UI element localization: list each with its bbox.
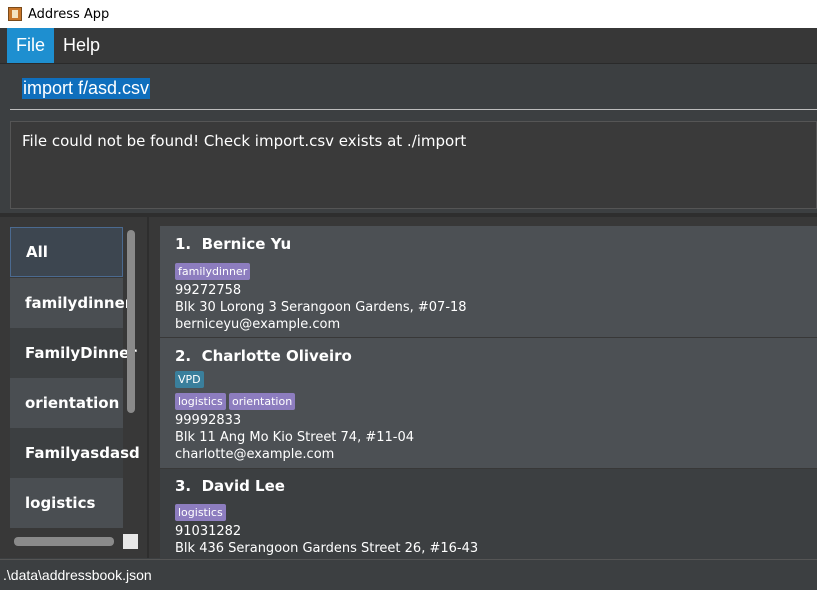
tag-badge: orientation <box>229 393 296 410</box>
person-address: Blk 30 Lorong 3 Serangoon Gardens, #07-1… <box>175 300 467 315</box>
person-list-panel: 1. Bernice Yu familydinner 99272758 Blk … <box>149 217 817 558</box>
title-bar: Address App <box>0 0 817 28</box>
person-address: Blk 436 Serangoon Gardens Street 26, #16… <box>175 541 479 556</box>
person-card[interactable]: 2. Charlotte Oliveiro VPD logistics orie… <box>160 338 817 468</box>
tag-item-orientation[interactable]: orientation <box>10 378 123 428</box>
tag-badge: logistics <box>175 393 226 410</box>
tag-item-logistics[interactable]: logistics <box>10 478 123 528</box>
tag-item-all[interactable]: All <box>10 227 123 277</box>
tag-badge: familydinner <box>175 263 251 280</box>
person-index: 3. <box>175 477 192 495</box>
person-email: charlotte@example.com <box>175 447 335 462</box>
person-phone: 99992833 <box>175 413 242 428</box>
tag-list-horizontal-scrollbar[interactable] <box>14 537 114 546</box>
menu-help[interactable]: Help <box>54 28 109 63</box>
save-location: .\data\addressbook.json <box>3 567 152 583</box>
command-box: import f/asd.csv <box>10 68 817 110</box>
person-name-text: Bernice Yu <box>201 235 292 253</box>
person-name: 3. David Lee <box>175 477 285 495</box>
person-name-text: Charlotte Oliveiro <box>201 347 352 365</box>
tag-list-panel: All familydinner FamilyDinner orientatio… <box>0 217 149 558</box>
command-input[interactable]: import f/asd.csv <box>22 78 151 99</box>
menu-bar: File Help <box>0 28 817 64</box>
person-phone: 91031282 <box>175 524 242 539</box>
result-display: File could not be found! Check import.cs… <box>10 121 817 209</box>
tag-badge: logistics <box>175 504 226 521</box>
tag-item-familydinner-caps[interactable]: FamilyDinner <box>10 328 137 378</box>
person-card[interactable]: 1. Bernice Yu familydinner 99272758 Blk … <box>160 226 817 337</box>
person-index: 2. <box>175 347 192 365</box>
window-title: Address App <box>28 6 110 22</box>
person-name-text: David Lee <box>201 477 285 495</box>
address-book-icon <box>8 7 22 21</box>
menu-file[interactable]: File <box>7 28 55 63</box>
scroll-corner <box>123 534 138 549</box>
status-bar: .\data\addressbook.json <box>0 559 817 590</box>
person-email: berniceyu@example.com <box>175 317 341 332</box>
person-name: 1. Bernice Yu <box>175 235 291 253</box>
tag-list-vertical-scrollbar[interactable] <box>127 230 135 413</box>
result-message: File could not be found! Check import.cs… <box>22 132 467 150</box>
person-name: 2. Charlotte Oliveiro <box>175 347 352 365</box>
person-phone: 99272758 <box>175 283 242 298</box>
tag-item-familydinner[interactable]: familydinner <box>10 278 132 328</box>
person-address: Blk 11 Ang Mo Kio Street 74, #11-04 <box>175 430 415 445</box>
person-index: 1. <box>175 235 192 253</box>
tag-item-familyasdasd[interactable]: Familyasdasd <box>10 428 140 478</box>
tag-badge: VPD <box>175 371 204 388</box>
person-card[interactable]: 3. David Lee logistics 91031282 Blk 436 … <box>160 469 817 558</box>
